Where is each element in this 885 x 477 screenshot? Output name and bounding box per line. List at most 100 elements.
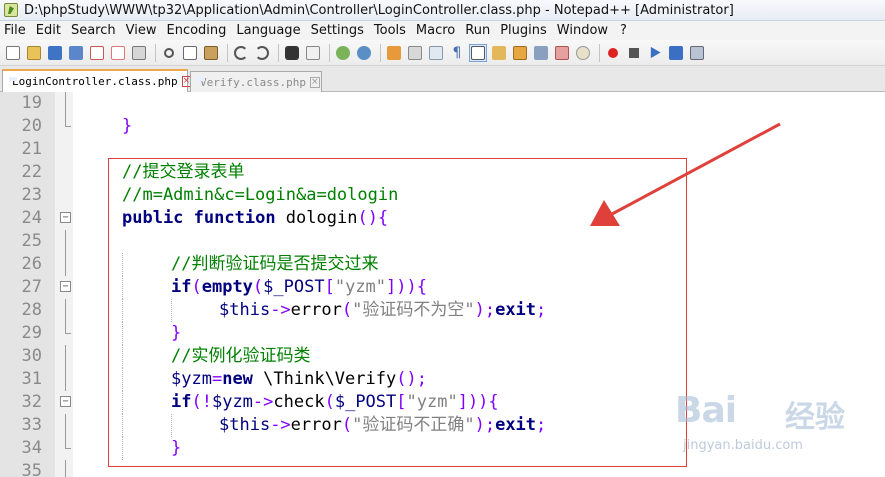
watermark-brand: Bai	[675, 390, 737, 431]
code-line: 24 − public function dologin(){	[0, 207, 885, 230]
stop-icon	[629, 47, 639, 58]
closing-brace: }	[171, 438, 182, 458]
copy-icon	[183, 45, 197, 60]
code-comment: //实例化验证码类	[171, 346, 311, 366]
tab-label: Verify.class.php	[200, 75, 306, 89]
toolbar-separator	[278, 43, 279, 62]
string: "验证码不为空"	[352, 300, 475, 320]
toolbar-separator	[380, 43, 381, 62]
menu-language[interactable]: Language	[236, 23, 300, 38]
sync-horizontal-button[interactable]	[406, 44, 424, 62]
pilcrow-icon: ¶	[452, 44, 462, 61]
indent-guide	[122, 276, 123, 299]
menu-plugins[interactable]: Plugins	[500, 23, 547, 38]
operator: (	[191, 277, 202, 297]
eye-icon	[576, 45, 590, 60]
fold-toggle[interactable]: −	[60, 212, 71, 223]
menu-window[interactable]: Window	[557, 23, 608, 38]
cut-button[interactable]	[160, 44, 178, 62]
line-number: 24	[21, 208, 42, 228]
line-number: 29	[21, 323, 42, 343]
operator: [	[324, 277, 335, 297]
run-macro-multiple-button[interactable]	[667, 44, 685, 62]
copy-button[interactable]	[181, 44, 199, 62]
sync-vertical-button[interactable]	[385, 44, 403, 62]
folder-workspace-button[interactable]	[553, 44, 571, 62]
code-line: 28 $this->error("验证码不为空");exit;	[0, 299, 885, 322]
word-wrap-button[interactable]	[427, 44, 445, 62]
variable: $yzm	[171, 369, 212, 389]
play-macro-button[interactable]	[646, 44, 664, 62]
fold-toggle[interactable]: −	[60, 396, 71, 407]
menu-bar: File Edit Search View Encoding Language …	[0, 21, 885, 40]
zoom-out-icon	[357, 45, 371, 60]
code-text: if(empty($_POST["yzm"])){	[171, 276, 427, 299]
zoom-in-button[interactable]	[334, 44, 352, 62]
new-file-icon	[6, 45, 20, 60]
paste-button[interactable]	[202, 44, 220, 62]
zoom-out-button[interactable]	[355, 44, 373, 62]
close-all-button[interactable]	[109, 44, 127, 62]
operator: (!	[191, 392, 212, 412]
menu-view[interactable]: View	[126, 23, 157, 38]
operator: [	[396, 392, 407, 412]
operator: ->	[270, 300, 291, 320]
stop-macro-button[interactable]	[625, 44, 643, 62]
save-button[interactable]	[46, 44, 64, 62]
save-icon	[48, 45, 62, 60]
save-all-button[interactable]	[67, 44, 85, 62]
line-number: 30	[21, 346, 42, 366]
menu-edit[interactable]: Edit	[36, 23, 61, 38]
toolbar-separator	[155, 43, 156, 62]
replace-button[interactable]	[304, 44, 322, 62]
find-button[interactable]	[283, 44, 301, 62]
keyword: exit	[495, 300, 537, 320]
toolbar-separator	[599, 43, 600, 62]
save-all-icon	[69, 45, 83, 60]
print-button[interactable]	[130, 44, 148, 62]
watermark-cn: 经验	[785, 400, 845, 435]
code-text: public function dologin(){	[122, 207, 388, 230]
tab-verify[interactable]: Verify.class.php ×	[190, 71, 322, 92]
keyword: public	[122, 208, 184, 228]
operator: ])){	[386, 277, 427, 297]
line-number: 33	[21, 415, 42, 435]
close-icon[interactable]: ×	[309, 76, 320, 88]
line-number: 21	[21, 139, 42, 159]
function-list-button[interactable]	[532, 44, 550, 62]
fold-toggle[interactable]: −	[60, 281, 71, 292]
fold-guide	[65, 368, 66, 391]
code-text: if(!$yzm->check($_POST["yzm"])){	[171, 391, 499, 414]
monitoring-button[interactable]	[574, 44, 592, 62]
tab-logincontroller[interactable]: LoginController.class.php ×	[2, 69, 192, 92]
variable: $this	[219, 415, 271, 435]
menu-search[interactable]: Search	[71, 23, 116, 38]
indent-guide-button[interactable]	[469, 43, 487, 62]
menu-macro[interactable]: Macro	[416, 23, 455, 38]
udl-button[interactable]	[490, 44, 508, 62]
operator: =	[211, 369, 223, 389]
method-name: error	[290, 415, 342, 435]
code-line: 30 //实例化验证码类	[0, 345, 885, 368]
fold-guide	[65, 230, 66, 253]
indent-guide	[122, 299, 123, 322]
menu-help[interactable]: ?	[620, 23, 627, 38]
record-macro-button[interactable]	[604, 44, 622, 62]
menu-tools[interactable]: Tools	[374, 23, 406, 38]
menu-run[interactable]: Run	[465, 23, 490, 38]
save-macro-button[interactable]	[688, 44, 706, 62]
menu-encoding[interactable]: Encoding	[166, 23, 226, 38]
redo-button[interactable]	[253, 44, 271, 62]
close-button[interactable]	[88, 44, 106, 62]
operator: );	[474, 300, 496, 320]
new-file-button[interactable]	[4, 44, 22, 62]
open-file-button[interactable]	[25, 44, 43, 62]
operator: (	[341, 415, 353, 435]
menu-file[interactable]: File	[4, 23, 26, 38]
show-symbols-button[interactable]: ¶	[448, 44, 466, 62]
variable: $yzm	[211, 392, 253, 412]
menu-settings[interactable]: Settings	[311, 23, 364, 38]
code-comment: //判断验证码是否提交过来	[171, 254, 379, 274]
undo-button[interactable]	[232, 44, 250, 62]
doc-map-button[interactable]	[511, 44, 529, 62]
